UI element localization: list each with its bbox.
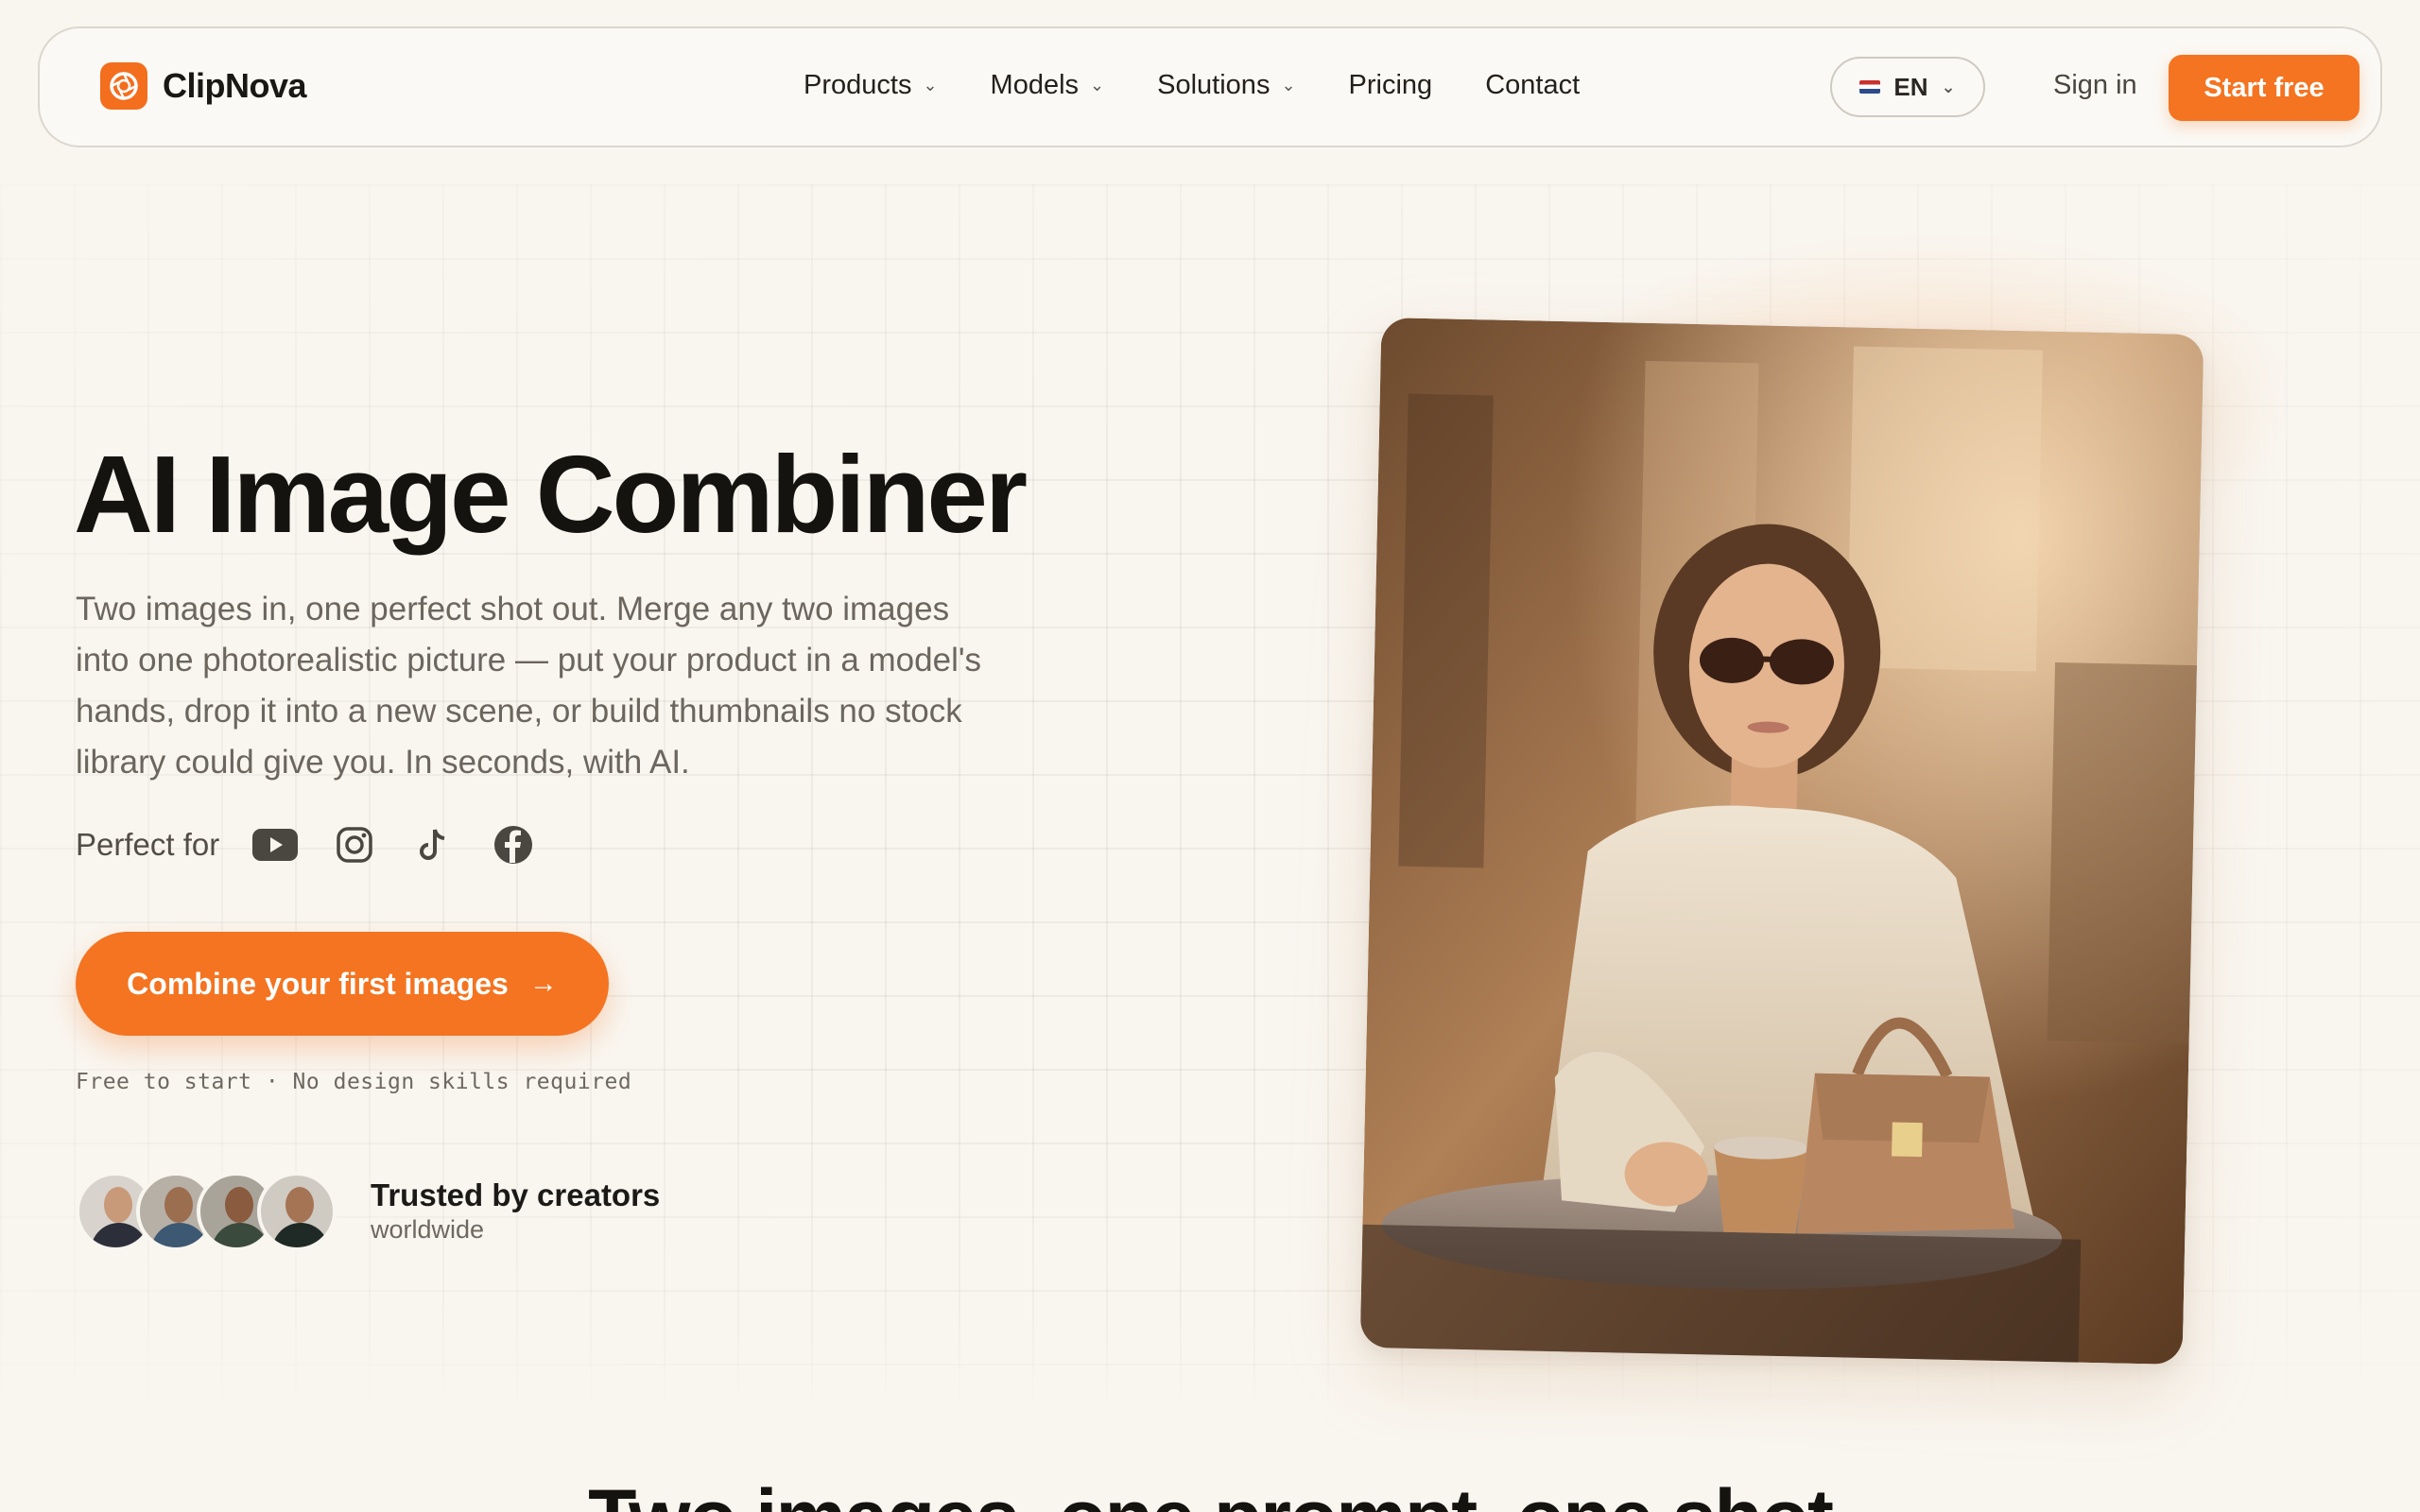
tiktok-icon: [410, 824, 458, 866]
avatar: [257, 1172, 337, 1251]
trusted-subtitle: worldwide: [371, 1215, 485, 1244]
menu-item-products[interactable]: Products ⌄: [804, 70, 938, 101]
facebook-icon: [490, 824, 537, 866]
cta-label: Combine your first images: [127, 966, 509, 1001]
arrow-right-icon: →: [528, 968, 558, 999]
chevron-down-icon: ⌄: [1281, 76, 1296, 94]
hero-title: AI Image Combiner: [74, 433, 1028, 556]
language-selector[interactable]: EN ⌄: [1830, 57, 1985, 117]
youtube-icon: [251, 824, 299, 866]
trusted-title: Trusted by creators: [371, 1177, 661, 1212]
instagram-icon: [331, 824, 378, 866]
perfect-for-label: Perfect for: [76, 827, 220, 862]
menu-item-contact[interactable]: Contact: [1485, 70, 1580, 101]
menu-item-label: Solutions: [1157, 70, 1270, 100]
language-code: EN: [1893, 72, 1928, 101]
menu-item-label: Pricing: [1348, 70, 1433, 100]
chevron-down-icon: ⌄: [1941, 77, 1956, 96]
uk-flag-icon: [1859, 80, 1881, 94]
hero-photo: [1359, 318, 2204, 1365]
brand-name: ClipNova: [163, 66, 307, 105]
menu-item-solutions[interactable]: Solutions ⌄: [1157, 70, 1295, 101]
perfect-for-row: Perfect for: [76, 824, 537, 866]
chevron-down-icon: ⌄: [1090, 76, 1105, 94]
menu-item-label: Products: [804, 70, 912, 100]
cta-note: Free to start · No design skills require…: [76, 1070, 632, 1094]
hero-subtitle: Two images in, one perfect shot out. Mer…: [76, 591, 982, 781]
section-title: Two images, one prompt, one shot: [0, 1472, 2420, 1512]
creator-avatars: [76, 1172, 337, 1251]
chevron-down-icon: ⌄: [923, 76, 938, 94]
main-menu: Products ⌄ Models ⌄ Solutions ⌄ Pricing …: [804, 70, 1633, 101]
top-navbar: ClipNova Products ⌄ Models ⌄ Solutions ⌄…: [38, 26, 2382, 147]
menu-item-label: Models: [990, 70, 1080, 100]
combine-images-button[interactable]: Combine your first images →: [76, 932, 609, 1036]
sign-in-link[interactable]: Sign in: [2053, 70, 2137, 101]
menu-item-pricing[interactable]: Pricing: [1349, 70, 1433, 101]
menu-item-models[interactable]: Models ⌄: [991, 70, 1105, 101]
brand[interactable]: ClipNova: [100, 62, 307, 110]
menu-item-label: Contact: [1485, 70, 1581, 100]
start-free-button[interactable]: Start free: [2169, 55, 2360, 121]
clipnova-logo-icon: [100, 62, 147, 110]
trusted-block: Trusted by creators worldwide: [371, 1177, 660, 1245]
